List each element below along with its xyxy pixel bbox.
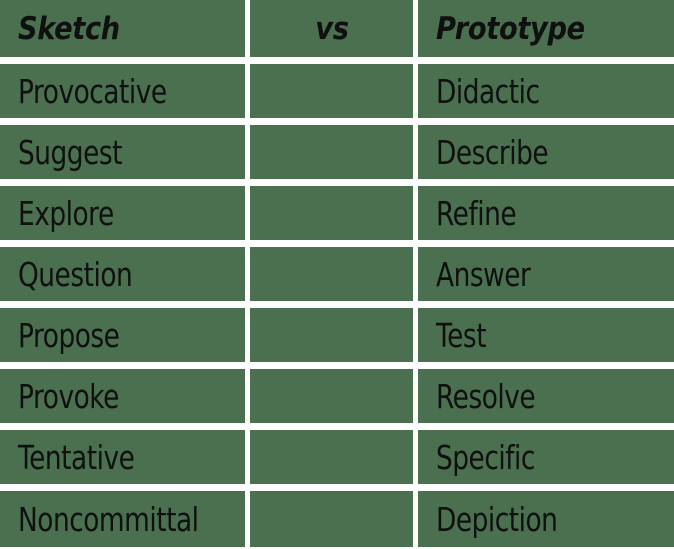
cell-text-prototype: Answer [436,254,531,294]
cell-text-prototype: Resolve [436,376,536,416]
cell-sketch: Provoke [0,369,245,423]
cell-prototype: Refine [418,186,674,240]
table-row: Provoke Resolve [0,369,674,423]
table-row: Tentative Specific [0,430,674,484]
cell-prototype: Specific [418,430,674,484]
cell-sketch: Tentative [0,430,245,484]
cell-text-prototype: Refine [436,193,517,233]
cell-text-sketch: Tentative [18,437,135,477]
comparison-table: Sketch vs Prototype Provocative Didactic… [0,0,674,549]
cell-text-sketch: Provocative [18,71,167,111]
cell-prototype: Depiction [418,491,674,547]
cell-spacer [250,64,413,118]
cell-text-sketch: Question [18,254,133,294]
cell-prototype: Didactic [418,64,674,118]
table-header-row: Sketch vs Prototype [0,0,674,57]
cell-sketch: Provocative [0,64,245,118]
table-row: Question Answer [0,247,674,301]
cell-prototype: Test [418,308,674,362]
table-row: Propose Test [0,308,674,362]
cell-text-sketch: Explore [18,193,114,233]
header-cell-prototype: Prototype [418,0,674,57]
table-row: Suggest Describe [0,125,674,179]
cell-text-prototype: Specific [436,437,535,477]
cell-prototype: Resolve [418,369,674,423]
cell-sketch: Question [0,247,245,301]
header-cell-vs: vs [250,0,413,57]
cell-spacer [250,125,413,179]
cell-spacer [250,369,413,423]
cell-spacer [250,186,413,240]
cell-text-sketch: Suggest [18,132,122,172]
header-label-sketch: Sketch [18,10,120,47]
cell-sketch: Noncommittal [0,491,245,547]
cell-text-prototype: Depiction [436,499,558,539]
cell-text-sketch: Noncommittal [18,499,199,539]
cell-sketch: Suggest [0,125,245,179]
cell-text-prototype: Describe [436,132,549,172]
cell-text-sketch: Propose [18,315,120,355]
header-label-prototype: Prototype [436,10,585,47]
header-cell-sketch: Sketch [0,0,245,57]
cell-text-prototype: Didactic [436,71,540,111]
cell-sketch: Propose [0,308,245,362]
cell-sketch: Explore [0,186,245,240]
table-row: Provocative Didactic [0,64,674,118]
header-label-vs: vs [314,10,349,47]
cell-text-prototype: Test [436,315,487,355]
cell-prototype: Answer [418,247,674,301]
cell-spacer [250,491,413,547]
cell-text-sketch: Provoke [18,376,119,416]
table-row: Explore Refine [0,186,674,240]
table-row: Noncommittal Depiction [0,491,674,547]
cell-prototype: Describe [418,125,674,179]
cell-spacer [250,247,413,301]
cell-spacer [250,430,413,484]
cell-spacer [250,308,413,362]
